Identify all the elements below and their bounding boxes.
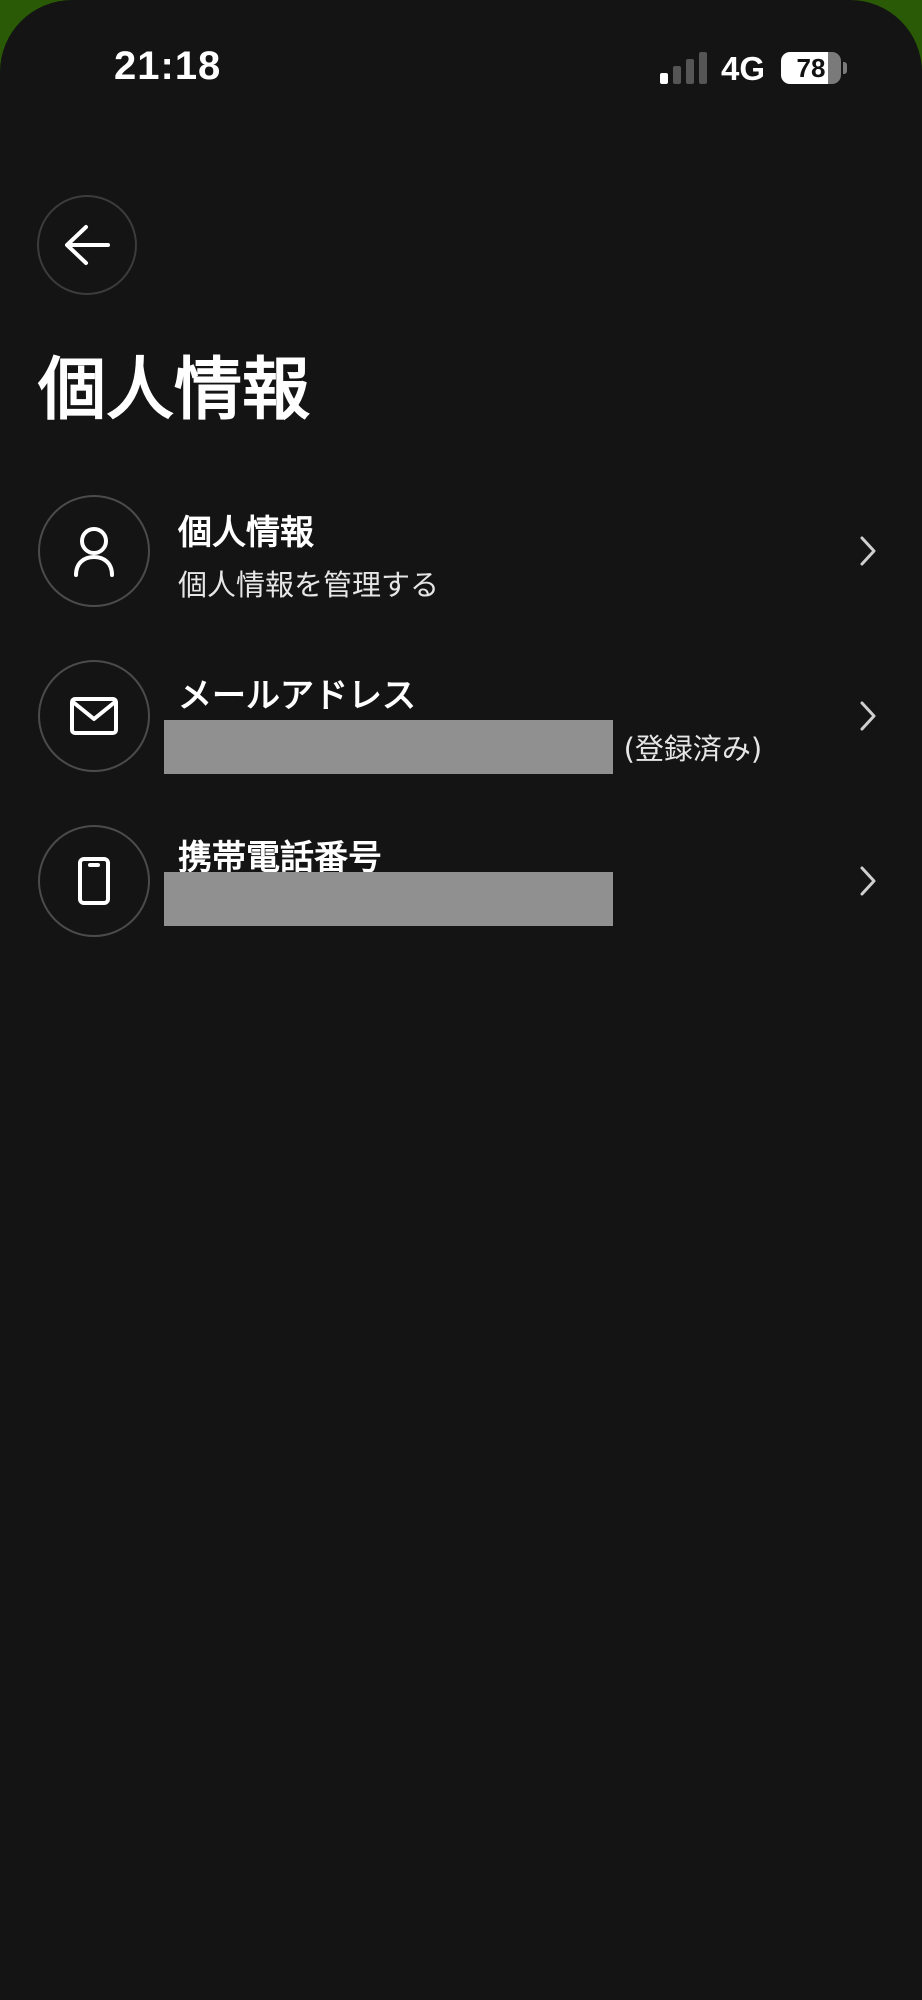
phone-icon-circle [38,825,150,937]
person-icon [74,527,114,577]
list-item-personal-info[interactable]: 個人情報 個人情報を管理する [0,495,922,615]
chevron-right-icon [860,701,876,731]
page-title: 個人情報 [38,351,311,430]
phone-icon [78,857,110,905]
status-time: 21:18 [114,44,222,88]
redacted-email [164,720,613,774]
email-status-text: n (登録済み) [596,732,763,766]
battery-level: 78 [796,52,826,83]
battery-icon: 78 [781,52,841,84]
mail-icon [70,697,118,735]
list-item-phone[interactable]: 携帯電話番号 [0,825,922,945]
mail-icon-circle [38,660,150,772]
item-title: 個人情報 [178,513,314,553]
chevron-right-icon [860,866,876,896]
list-item-email[interactable]: メールアドレス n (登録済み) [0,660,922,780]
network-type: 4G [721,50,766,87]
item-subtitle: 個人情報を管理する [178,568,440,602]
person-icon-circle [38,495,150,607]
battery-nub [843,62,847,74]
back-button[interactable] [37,195,137,295]
item-title: メールアドレス [178,676,416,716]
redacted-phone [164,872,613,926]
screen: 21:18 4G 78 個人情報 個人情報 個人情報を管理する メールアドレス … [0,0,922,2000]
signal-icon [660,52,708,84]
arrow-left-icon [65,225,110,265]
chevron-right-icon [860,536,876,566]
